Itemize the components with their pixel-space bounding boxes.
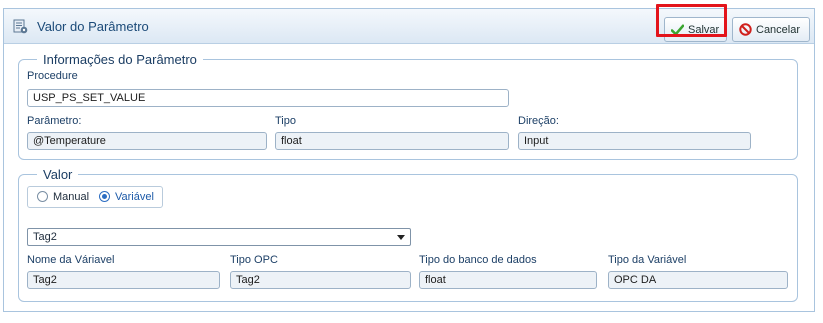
tag-select-value: Tag2 bbox=[33, 231, 57, 243]
procedure-field[interactable]: USP_PS_SET_VALUE bbox=[27, 89, 509, 107]
variable-name-field[interactable]: Tag2 bbox=[27, 271, 220, 289]
opc-type-field[interactable]: Tag2 bbox=[230, 271, 411, 289]
procedure-label: Procedure bbox=[27, 70, 78, 82]
opc-type-label: Tipo OPC bbox=[230, 254, 278, 266]
parameter-field[interactable]: @Temperature bbox=[27, 132, 267, 150]
variable-radio-label[interactable]: Variável bbox=[115, 191, 154, 203]
no-entry-icon bbox=[739, 23, 752, 36]
parameter-info-legend: Informações do Parâmetro bbox=[43, 52, 197, 67]
manual-radio[interactable] bbox=[37, 191, 48, 202]
dialog-title: Valor do Parâmetro bbox=[37, 19, 149, 34]
cancel-button-label: Cancelar bbox=[756, 23, 801, 36]
db-type-label: Tipo do banco de dados bbox=[419, 254, 537, 266]
variable-radio[interactable] bbox=[99, 191, 110, 202]
variable-type-label: Tipo da Variável bbox=[608, 254, 687, 266]
cancel-button[interactable]: Cancelar bbox=[732, 17, 810, 42]
dropdown-arrow-icon bbox=[397, 235, 405, 240]
manual-radio-label[interactable]: Manual bbox=[53, 191, 89, 203]
type-label: Tipo bbox=[275, 115, 296, 127]
parameter-dialog-icon bbox=[13, 19, 28, 34]
variable-name-label: Nome da Váriavel bbox=[27, 254, 115, 266]
value-legend: Valor bbox=[43, 167, 73, 182]
direction-label: Direção: bbox=[518, 115, 559, 127]
parameter-label: Parâmetro: bbox=[27, 115, 82, 127]
tag-select[interactable]: Tag2 bbox=[27, 228, 411, 246]
save-button-highlight bbox=[656, 4, 727, 37]
type-field[interactable]: float bbox=[275, 132, 509, 150]
variable-type-field[interactable]: OPC DA bbox=[608, 271, 788, 289]
direction-field[interactable]: Input bbox=[518, 132, 751, 150]
value-source-radio-group: Manual Variável bbox=[27, 186, 163, 208]
db-type-field[interactable]: float bbox=[419, 271, 597, 289]
